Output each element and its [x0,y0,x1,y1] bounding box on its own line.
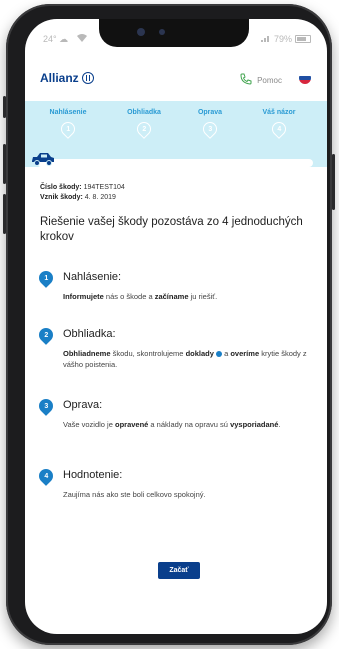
claim-info: Číslo škody: 194TEST104 Vznik škody: 4. … [40,183,125,203]
intro-heading: Riešenie vašej škody pozostáva zo 4 jedn… [40,216,303,243]
status-right: 79% [260,34,311,44]
claim-number-value: 194TEST104 [83,184,125,191]
location-pin-icon: 4 [36,466,56,486]
step-number: 2 [142,125,146,133]
text-span: škodu, skontrolujeme [110,349,186,358]
step-tracker: Nahlásenie 1 Obhliadka 2 Oprava 3 Váš ná… [25,101,327,167]
step-3: Oprava 3 [180,109,240,139]
signal-icon [260,34,271,44]
item-text: Zaujíma nás ako ste boli celkovo spokojn… [63,489,311,500]
text-span: nás o škode a [103,292,155,301]
item-text: Informujete nás o škode a začíname ju ri… [63,291,311,302]
screen: 24° ☁ 79% Allianz Pomoc Nahlásenie 1 Obh… [25,19,327,634]
camera-icon [159,29,165,35]
camera-icon [137,28,145,36]
text-span: a náklady na opravu sú [148,420,231,429]
allianz-logo[interactable]: Allianz [40,71,94,85]
cloud-icon: ☁ [59,34,69,44]
text-bold: Informujete [63,292,104,301]
phone-button [3,96,6,118]
claim-date-value: 4. 8. 2019 [84,194,116,201]
text-bold: opravené [114,420,149,429]
location-pin-icon: 3 [36,396,56,416]
text-bold: Obhliadneme [63,349,111,358]
claim-number-label: Číslo škody: [40,184,82,191]
step-label: Váš názor [262,109,296,116]
status-left: 24° ☁ [43,34,87,45]
step-number: 3 [208,125,212,133]
item-title: Hodnotenie: [63,469,123,481]
step-label: Nahlásenie [49,109,87,116]
item-number: 2 [44,331,48,339]
phone-button [3,144,6,184]
battery-icon [295,35,311,43]
phone-frame: 24° ☁ 79% Allianz Pomoc Nahlásenie 1 Obh… [3,4,335,645]
car-icon [31,152,55,171]
start-button[interactable]: Začať [158,562,200,579]
item-number: 4 [44,472,48,480]
text-span: ju riešiť. [188,292,218,301]
location-pin-icon: 2 [134,119,154,139]
item-number: 3 [44,402,48,410]
temperature: 24° [43,34,57,44]
location-pin-icon: 3 [200,119,220,139]
item-text: Obhliadneme škodu, skontrolujeme doklady… [63,348,311,370]
phone-button [3,194,6,234]
text-span: . [278,420,281,429]
step-number: 4 [277,125,281,133]
item-title: Nahlásenie: [63,271,122,283]
item-title: Obhliadka: [63,328,116,340]
item-text: Vaše vozidlo je opravené a náklady na op… [63,419,311,430]
step-label: Oprava [197,109,223,116]
claim-number-row: Číslo škody: 194TEST104 [40,183,125,193]
text-bold: overíme [230,349,260,358]
camera-notch [99,19,249,47]
location-pin-icon: 1 [58,119,78,139]
location-pin-icon: 1 [36,268,56,288]
wifi-icon [76,34,87,44]
allianz-eagle-icon [81,72,94,84]
phone-button [332,154,335,210]
text-bold: vysporiadané [230,420,279,429]
help-label: Pomoc [257,75,282,85]
phone-icon [240,73,252,87]
claim-date-label: Vznik škody: [40,194,83,201]
step-1: Nahlásenie 1 [38,109,98,139]
battery-percent: 79% [273,34,292,44]
text-bold: začíname [154,292,189,301]
step-number: 1 [66,125,70,133]
claim-date-row: Vznik škody: 4. 8. 2019 [40,193,125,203]
step-2: Obhliadka 2 [114,109,174,139]
location-pin-icon: 2 [36,325,56,345]
app-header: Allianz Pomoc [25,59,327,99]
step-4: Váš názor 4 [249,109,309,139]
text-span: Zaujíma nás ako ste boli celkovo spokojn… [63,490,206,499]
text-span: Vaše vozidlo je [63,420,115,429]
help-link[interactable]: Pomoc [240,73,282,87]
item-number: 1 [44,274,48,282]
step-label: Obhliadka [127,109,161,116]
language-flag-icon[interactable] [299,72,311,84]
progress-bar [37,159,313,167]
location-pin-icon: 4 [269,119,289,139]
logo-text: Allianz [40,71,79,85]
item-title: Oprava: [63,399,103,411]
text-bold: doklady [185,349,214,358]
